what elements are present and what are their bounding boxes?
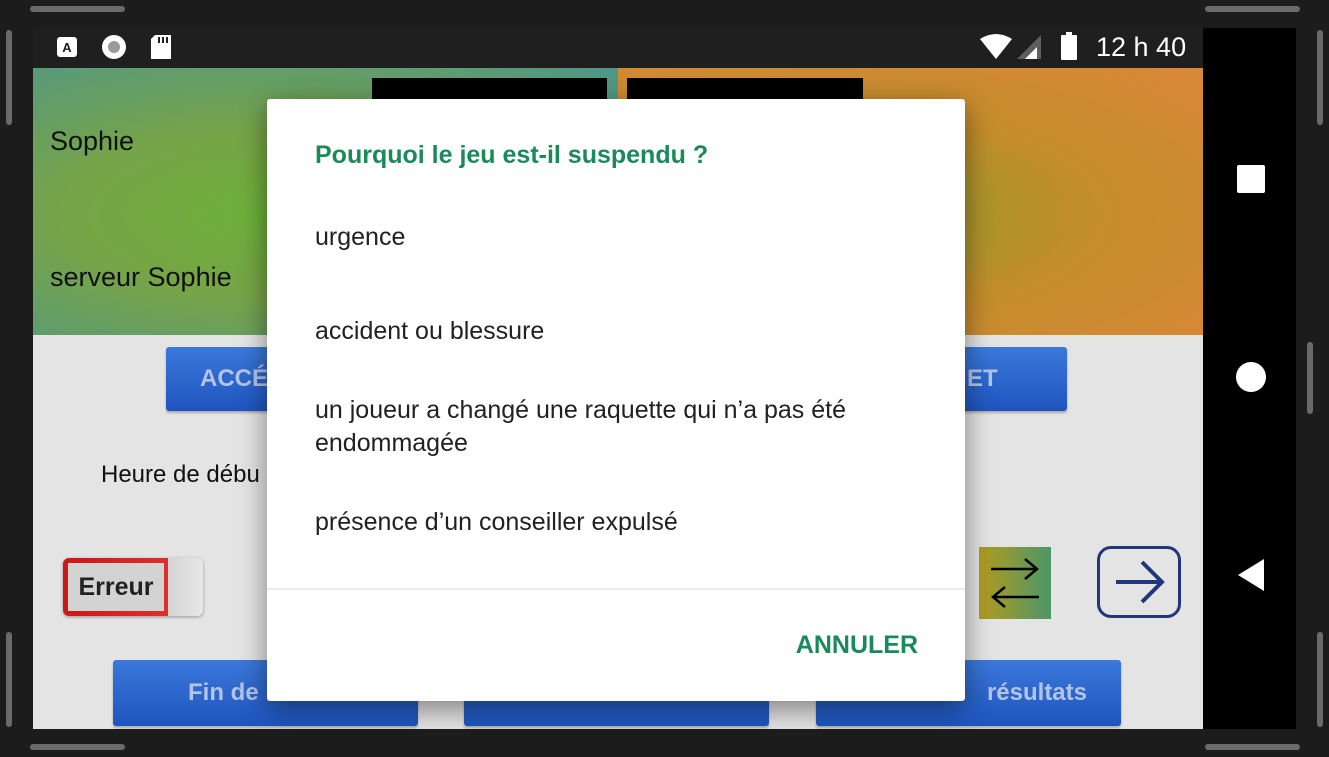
option-accident[interactable]: accident ou blessure [315,315,895,348]
home-circle-icon[interactable] [1234,360,1268,394]
dialog-divider [267,588,965,590]
bezel-edge [1205,6,1300,12]
bezel-edge [6,632,12,727]
cancel-button[interactable]: ANNULER [796,631,918,660]
svg-text:A: A [62,40,72,55]
navigation-bar [1203,28,1296,729]
dialog-title: Pourquoi le jeu est-il suspendu ? [315,141,709,169]
bezel-edge [1307,342,1313,414]
clock: 12 h 40 [1096,32,1187,62]
sd-card-icon [149,33,173,61]
bezel-edge [1205,744,1300,750]
bezel-edge [1317,632,1323,727]
signal-icon [1015,33,1043,61]
a-notification-icon: A [55,35,79,59]
recents-square-icon[interactable] [1235,163,1267,195]
battery-icon [1060,31,1078,61]
status-bar: A 12 h 40 [33,28,1203,68]
option-racket-change[interactable]: un joueur a changé une raquette qui n’a … [315,394,895,460]
bezel-edge [30,6,125,12]
bezel-edge [6,30,12,125]
suspension-reason-dialog: Pourquoi le jeu est-il suspendu ? urgenc… [267,99,965,701]
screen: A 12 h 40 Sophie serveur Sophie ACCÉL ET… [33,28,1203,729]
back-triangle-icon[interactable] [1236,557,1266,593]
bezel-edge [1317,30,1323,125]
bezel-edge [30,744,125,750]
app-content: Sophie serveur Sophie ACCÉL ET Heure de … [33,68,1203,729]
wifi-icon [978,33,1014,61]
record-icon [100,33,128,61]
option-emergency[interactable]: urgence [315,221,895,254]
option-expelled-advisor[interactable]: présence d’un conseiller expulsé [315,506,895,539]
